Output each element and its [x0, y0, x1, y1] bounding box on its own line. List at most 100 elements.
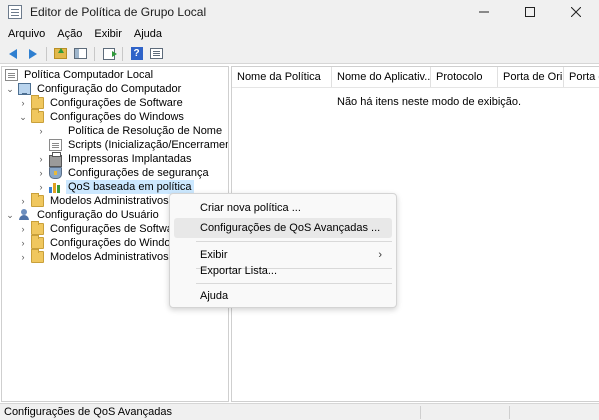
tree-item-user-admin-templates[interactable]: › Modelos Administrativos: [18, 249, 171, 264]
tree-item-label: Impressoras Implantadas: [68, 153, 192, 165]
tree-item-label: Configuração do Computador: [37, 83, 182, 95]
expand-chevron-icon[interactable]: ›: [36, 152, 46, 166]
help-icon: ?: [130, 47, 143, 60]
tree-item-computer-software[interactable]: › Configurações de Software: [18, 95, 185, 110]
forward-button[interactable]: [24, 46, 41, 62]
tree-item-name-resolution[interactable]: › Política de Resolução de Nome: [36, 124, 224, 138]
expand-chevron-icon[interactable]: ›: [18, 194, 28, 208]
tree-item-user-software[interactable]: › Configurações de Software: [18, 221, 185, 236]
submenu-chevron-icon: ›: [378, 249, 382, 261]
tree-item-user-config[interactable]: ⌄ Configuração do Usuário: [5, 208, 161, 222]
tree-item-scripts[interactable]: Scripts (Inicialização/Encerramento): [36, 138, 228, 152]
menu-item-advanced-qos[interactable]: Configurações de QoS Avançadas ...: [174, 218, 392, 238]
security-shield-icon: [49, 167, 62, 179]
column-header-protocol[interactable]: Protocolo: [431, 67, 498, 87]
maximize-icon: [525, 7, 535, 17]
qos-chart-bar: [53, 183, 56, 193]
status-cell: [421, 406, 509, 419]
app-icon: [8, 5, 22, 19]
status-text: Configurações de QoS Avançadas: [4, 406, 172, 418]
tree-item-label: Política de Resolução de Nome: [68, 125, 223, 137]
toolbar: ?: [0, 44, 599, 64]
folder-icon: [31, 249, 44, 263]
folder-up-icon: [54, 48, 67, 59]
show-hide-tree-button[interactable]: [72, 46, 89, 62]
menu-item-export-list[interactable]: Exportar Lista...: [174, 261, 392, 281]
expand-chevron-icon[interactable]: ›: [18, 96, 28, 110]
tree-item-label: Configurações de segurança: [68, 167, 209, 179]
minimize-icon: [479, 11, 489, 13]
context-menu: Criar nova política ... Configurações de…: [169, 193, 397, 308]
collapse-chevron-icon[interactable]: ⌄: [5, 208, 15, 222]
close-button[interactable]: [553, 0, 599, 24]
qos-chart-bar: [49, 187, 52, 193]
menu-ajuda[interactable]: Ajuda: [128, 28, 168, 40]
menu-bar: Arquivo Ação Exibir Ajuda: [0, 24, 599, 44]
tree-item-label-selected: QoS baseada em política: [66, 180, 194, 194]
export-icon: [102, 47, 117, 60]
menu-item-create-policy[interactable]: Criar nova política ...: [174, 198, 392, 218]
tree-item-security[interactable]: › Configurações de segurança: [36, 166, 211, 180]
console-tree-icon: [74, 48, 87, 59]
expand-chevron-icon[interactable]: ›: [36, 124, 46, 138]
blank-icon: [49, 125, 62, 137]
menu-arquivo[interactable]: Arquivo: [2, 28, 51, 40]
tree-item-label: Configurações de Software: [50, 223, 183, 235]
tree-item-label: Configuração do Usuário: [37, 209, 159, 221]
toolbar-separator: [46, 46, 47, 61]
maximize-button[interactable]: [507, 0, 553, 24]
menu-exibir[interactable]: Exibir: [88, 28, 128, 40]
expand-chevron-icon[interactable]: ›: [18, 250, 28, 264]
qos-chart-icon: [49, 181, 62, 193]
menu-separator: [196, 283, 392, 284]
window-title: Editor de Política de Grupo Local: [30, 5, 207, 19]
tree-item-computer-windows[interactable]: ⌄ Configurações do Windows: [18, 109, 186, 124]
script-icon: [49, 139, 62, 151]
computer-icon: [18, 83, 31, 95]
column-header-source-port[interactable]: Porta de Ori...: [498, 67, 564, 87]
column-header-app-name[interactable]: Nome do Aplicativ...: [332, 67, 431, 87]
toolbar-separator: [122, 46, 123, 61]
back-arrow-icon: [8, 48, 17, 59]
toolbar-separator: [94, 46, 95, 61]
menu-item-label: Exibir: [200, 249, 228, 261]
up-one-level-button[interactable]: [52, 46, 69, 62]
tree-item-qos[interactable]: › QoS baseada em política: [36, 180, 194, 194]
collapse-chevron-icon[interactable]: ⌄: [18, 110, 28, 124]
folder-icon: [31, 109, 44, 123]
expand-chevron-icon[interactable]: ›: [18, 236, 28, 250]
menu-item-help[interactable]: Ajuda: [174, 286, 392, 306]
tree-item-user-windows[interactable]: › Configurações do Windows: [18, 235, 186, 250]
properties-button[interactable]: [148, 46, 165, 62]
document-icon: [5, 69, 18, 81]
expand-chevron-icon[interactable]: ›: [36, 180, 46, 194]
column-header-policy-name[interactable]: Nome da Política: [232, 67, 332, 87]
header-divider: [232, 87, 599, 88]
export-list-button[interactable]: [100, 46, 117, 62]
user-icon: [18, 209, 31, 221]
expand-chevron-icon[interactable]: ›: [18, 222, 28, 236]
expand-chevron-icon[interactable]: ›: [36, 166, 46, 180]
menu-separator: [196, 241, 392, 242]
tree-item-computer-admin-templates[interactable]: › Modelos Administrativos: [18, 193, 171, 208]
back-button[interactable]: [4, 46, 21, 62]
tree-item-printers[interactable]: › Impressoras Implantadas: [36, 152, 194, 167]
tree-item-computer-config[interactable]: ⌄ Configuração do Computador: [5, 82, 183, 96]
tree-item-label: Configurações do Windows: [50, 111, 184, 123]
qos-chart-bar: [57, 185, 60, 193]
close-icon: [571, 7, 581, 17]
folder-icon: [31, 193, 44, 207]
minimize-button[interactable]: [461, 0, 507, 24]
empty-list-message: Não há itens neste modo de exibição.: [337, 96, 522, 108]
collapse-chevron-icon[interactable]: ⌄: [5, 82, 15, 96]
help-button[interactable]: ?: [128, 46, 145, 62]
forward-arrow-icon: [28, 48, 37, 59]
tree-item-label: Configurações do Windows: [50, 237, 184, 249]
status-divider: [509, 405, 510, 419]
title-bar: Editor de Política de Grupo Local: [0, 0, 599, 24]
status-bar: Configurações de QoS Avançadas: [0, 403, 599, 420]
tree-item-root[interactable]: Política Computador Local: [5, 68, 155, 82]
column-header-dest-port[interactable]: Porta de: [564, 67, 599, 87]
menu-acao[interactable]: Ação: [51, 28, 88, 40]
tree-item-label: Modelos Administrativos: [50, 251, 169, 263]
